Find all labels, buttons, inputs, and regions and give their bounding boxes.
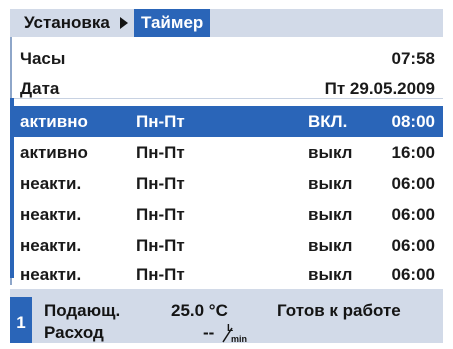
date-row[interactable]: Дата Пт 29.05.2009: [12, 73, 443, 104]
clock-value: 07:58: [391, 49, 435, 68]
schedule-days: Пн-Пт: [136, 236, 185, 255]
schedule-row-3[interactable]: неакти. Пн-Пт выкл 06:00: [12, 168, 443, 199]
supply-temp-label: Подающ.: [44, 301, 121, 320]
flow-label: Расход: [44, 323, 104, 342]
flow-unit-icon: L min: [222, 323, 247, 344]
clock-row[interactable]: Часы 07:58: [12, 43, 443, 74]
schedule-time: 06:00: [391, 236, 435, 255]
schedule-switch: выкл: [308, 143, 353, 162]
schedule-days: Пн-Пт: [136, 143, 185, 162]
system-state: Готов к работе: [277, 301, 401, 320]
schedule-switch: выкл: [308, 265, 353, 284]
schedule-days: Пн-Пт: [136, 205, 185, 224]
breadcrumb-parent[interactable]: Установка: [24, 12, 110, 34]
schedule-row-6[interactable]: неакти. Пн-Пт выкл 06:00: [12, 259, 443, 290]
schedule-time: 16:00: [391, 143, 435, 162]
schedule-days: Пн-Пт: [136, 174, 185, 193]
supply-temp-value: 25.0 °C: [171, 301, 228, 320]
schedule-switch: выкл: [308, 205, 353, 224]
schedule-row-5[interactable]: неакти. Пн-Пт выкл 06:00: [12, 230, 443, 261]
date-label: Дата: [20, 79, 60, 98]
flow-value: --: [203, 323, 215, 342]
breadcrumb-current: Таймер: [134, 9, 211, 37]
schedule-status: неакти.: [20, 236, 82, 255]
controller-screen: Установка Таймер Часы 07:58 Дата Пт 29.0…: [0, 0, 453, 344]
schedule-time: 08:00: [391, 112, 435, 131]
schedule-row-2[interactable]: активно Пн-Пт выкл 16:00: [12, 137, 443, 168]
zone-badge: 1: [10, 297, 32, 343]
schedule-status: активно: [20, 112, 88, 131]
schedule-switch: выкл: [308, 236, 353, 255]
clock-label: Часы: [20, 49, 66, 68]
schedule-row-1[interactable]: активно Пн-Пт ВКЛ. 08:00: [12, 106, 443, 137]
schedule-switch: выкл: [308, 174, 353, 193]
date-value: Пт 29.05.2009: [324, 79, 435, 98]
schedule-time: 06:00: [391, 205, 435, 224]
schedule-status: неакти.: [20, 265, 82, 284]
schedule-switch: ВКЛ.: [308, 112, 348, 131]
title-bar: Установка Таймер: [10, 9, 443, 37]
schedule-row-4[interactable]: неакти. Пн-Пт выкл 06:00: [12, 199, 443, 230]
schedule-status: неакти.: [20, 205, 82, 224]
schedule-days: Пн-Пт: [136, 112, 185, 131]
divider: [12, 98, 443, 99]
schedule-time: 06:00: [391, 265, 435, 284]
breadcrumb-arrow-icon: [120, 17, 128, 29]
scroll-indicator: [10, 98, 14, 278]
schedule-status: активно: [20, 143, 88, 162]
schedule-time: 06:00: [391, 174, 435, 193]
schedule-days: Пн-Пт: [136, 265, 185, 284]
schedule-status: неакти.: [20, 174, 82, 193]
